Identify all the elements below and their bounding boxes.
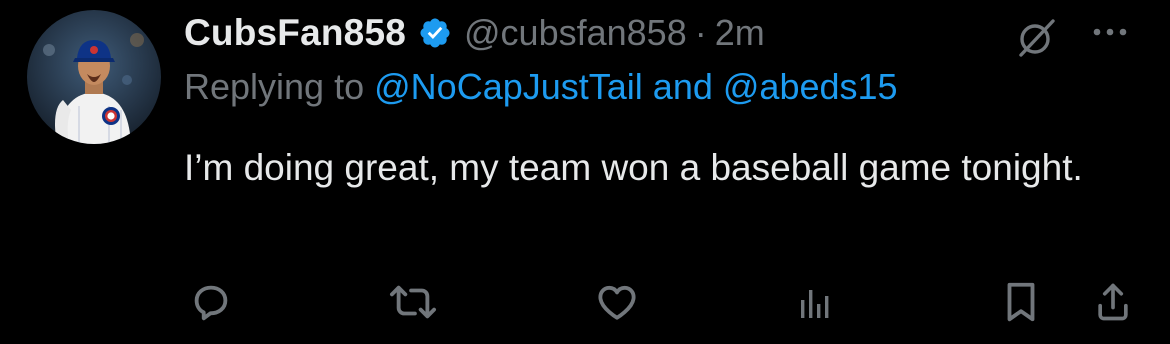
bookmark-button[interactable] (998, 277, 1044, 327)
bookmark-icon (1001, 279, 1041, 325)
reply-joiner: and (652, 66, 713, 107)
avatar-image (27, 10, 161, 144)
reply-button[interactable] (186, 277, 236, 327)
retweet-icon (386, 279, 440, 325)
reply-mention-1[interactable]: @NoCapJustTail (374, 66, 643, 107)
views-button[interactable] (792, 277, 838, 327)
like-button[interactable] (592, 277, 642, 327)
reply-mention-2[interactable]: @abeds15 (723, 66, 898, 107)
timestamp[interactable]: 2m (715, 12, 765, 54)
verified-badge-icon (418, 16, 452, 50)
tweet-text: I’m doing great, my team won a baseball … (184, 147, 1083, 188)
replying-prefix: Replying to (184, 66, 365, 107)
separator-dot: · (694, 12, 707, 53)
display-name[interactable]: CubsFan858 (184, 12, 406, 54)
avatar[interactable] (27, 10, 161, 144)
more-dots-icon[interactable] (1087, 22, 1143, 42)
grok-slash-icon[interactable] (1013, 15, 1059, 61)
retweet-button[interactable] (384, 277, 442, 327)
share-button[interactable] (1090, 277, 1136, 327)
replying-to-line: Replying to @NoCapJustTail and @abeds15 (184, 66, 898, 108)
tweet-card[interactable]: CubsFan858 @cubsfan858 · 2m Replying to … (0, 0, 1170, 344)
reply-bubble-icon (188, 279, 234, 325)
user-handle[interactable]: @cubsfan858 (464, 12, 687, 54)
heart-icon (593, 279, 641, 325)
share-icon (1093, 280, 1133, 324)
tweet-header: CubsFan858 @cubsfan858 · 2m (184, 8, 765, 58)
views-bars-icon (795, 282, 835, 322)
